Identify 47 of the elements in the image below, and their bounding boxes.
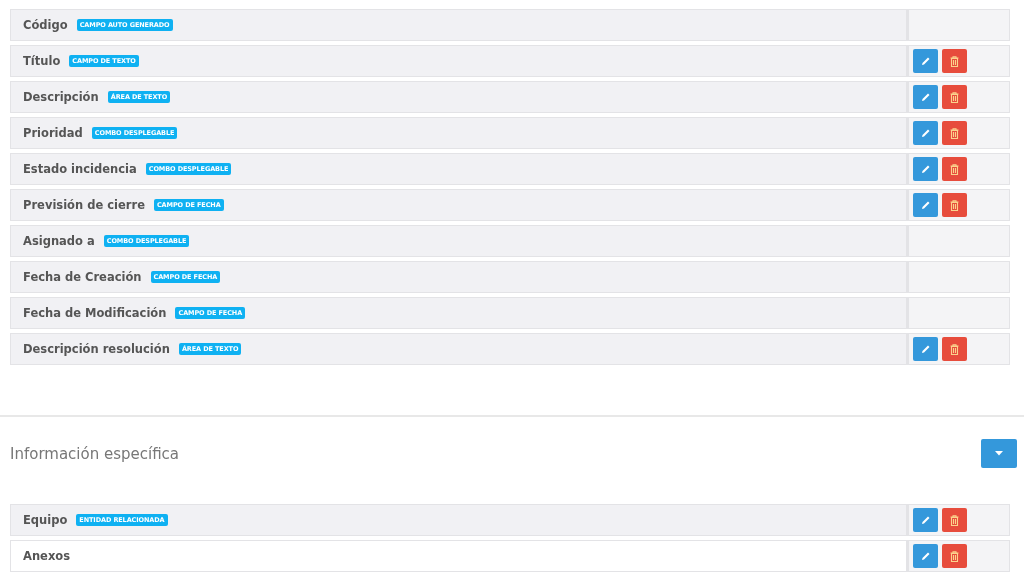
field-label: Fecha de Modificación: [23, 306, 167, 320]
field-label: Anexos: [23, 549, 71, 563]
edit-button[interactable]: [913, 544, 938, 568]
field-label: Equipo: [23, 513, 68, 527]
edit-button[interactable]: [913, 85, 938, 109]
pencil-icon: [920, 164, 931, 174]
delete-button[interactable]: [942, 49, 967, 73]
delete-button[interactable]: [942, 337, 967, 361]
edit-button[interactable]: [913, 157, 938, 181]
field-label: Código: [23, 18, 68, 32]
field-label: Fecha de Creación: [23, 270, 142, 284]
pencil-icon: [920, 92, 931, 102]
delete-button[interactable]: [942, 193, 967, 217]
trash-icon: [950, 91, 959, 103]
field-label: Descripción: [23, 90, 99, 104]
edit-button[interactable]: [913, 337, 938, 361]
delete-button[interactable]: [942, 121, 967, 145]
trash-icon: [950, 127, 959, 139]
field-label: Descripción resolución: [23, 342, 170, 356]
field-label: Prioridad: [23, 126, 83, 140]
field-label: Título: [23, 54, 61, 68]
delete-button[interactable]: [942, 157, 967, 181]
pencil-icon: [920, 344, 931, 354]
pencil-icon: [920, 128, 931, 138]
section-title: Información específica: [10, 444, 180, 463]
field-label: Previsión de cierre: [23, 198, 145, 212]
delete-button[interactable]: [942, 85, 967, 109]
delete-button[interactable]: [942, 544, 967, 568]
pencil-icon: [920, 551, 931, 561]
caret-icon: [995, 451, 1003, 456]
trash-icon: [950, 199, 959, 211]
edit-button[interactable]: [913, 508, 938, 532]
pencil-icon: [920, 515, 931, 525]
trash-icon: [950, 55, 959, 67]
edit-button[interactable]: [913, 193, 938, 217]
edit-button[interactable]: [913, 49, 938, 73]
pencil-icon: [920, 200, 931, 210]
delete-button[interactable]: [942, 508, 967, 532]
trash-icon: [950, 163, 959, 175]
trash-icon: [950, 514, 959, 526]
dropdown-button[interactable]: [981, 439, 1017, 468]
trash-icon: [950, 343, 959, 355]
trash-icon: [950, 550, 959, 562]
field-label: Asignado a: [23, 234, 95, 248]
pencil-icon: [920, 56, 931, 66]
field-label: Estado incidencia: [23, 162, 137, 176]
edit-button[interactable]: [913, 121, 938, 145]
